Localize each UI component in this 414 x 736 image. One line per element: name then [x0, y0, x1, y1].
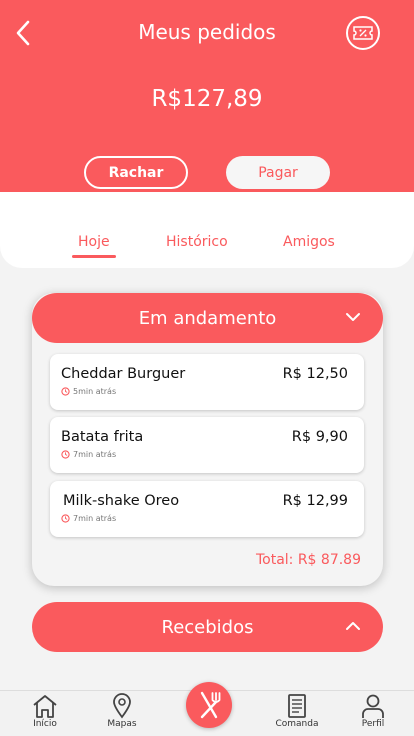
item-time: 7min atrás	[61, 514, 116, 523]
item-time-text: 7min atrás	[73, 514, 117, 523]
split-button[interactable]: Rachar	[84, 156, 188, 189]
receipt-icon	[288, 694, 306, 718]
item-time: 5min atrás	[61, 387, 116, 396]
discount-ticket-icon	[353, 26, 373, 40]
tab-hoje[interactable]: Hoje	[78, 234, 110, 250]
item-time: 7min atrás	[61, 450, 116, 459]
home-icon	[33, 695, 57, 718]
active-tab-indicator	[72, 255, 116, 258]
order-item[interactable]: Milk-shake Oreo R$ 12,99 7min atrás	[50, 481, 364, 537]
voucher-button[interactable]	[346, 16, 380, 50]
order-item[interactable]: Batata frita R$ 9,90 7min atrás	[50, 417, 364, 473]
order-total-amount: R$127,89	[151, 86, 263, 112]
tab-historico[interactable]: Histórico	[166, 234, 228, 250]
in-progress-total: Total: R$ 87.89	[255, 552, 361, 568]
chevron-up-icon	[346, 622, 360, 630]
nav-comanda[interactable]: Comanda	[272, 693, 322, 729]
nav-inicio-label: Início	[33, 719, 57, 729]
item-name: Batata frita	[61, 429, 144, 445]
user-icon	[362, 694, 384, 718]
clock-icon	[61, 514, 70, 523]
in-progress-header[interactable]: Em andamento	[32, 293, 383, 343]
nav-mapas[interactable]: Mapas	[102, 693, 142, 729]
clock-icon	[61, 450, 70, 459]
menu-fab-button[interactable]	[186, 682, 232, 728]
fork-knife-icon	[200, 691, 221, 719]
in-progress-title: Em andamento	[138, 307, 277, 329]
tabs-bar: Hoje Histórico Amigos	[0, 192, 414, 268]
item-name: Milk-shake Oreo	[63, 493, 180, 509]
item-price: R$ 9,90	[291, 429, 348, 445]
received-header[interactable]: Recebidos	[32, 602, 383, 652]
nav-inicio[interactable]: Início	[28, 693, 62, 729]
nav-mapas-label: Mapas	[107, 719, 137, 729]
nav-perfil[interactable]: Perfil	[356, 693, 390, 729]
tab-amigos[interactable]: Amigos	[283, 234, 335, 250]
nav-perfil-label: Perfil	[361, 719, 385, 729]
order-item[interactable]: Cheddar Burguer R$ 12,50 5min atrás	[50, 354, 364, 410]
received-title: Recebidos	[161, 616, 254, 638]
pay-button[interactable]: Pagar	[226, 156, 330, 189]
header: Meus pedidos R$127,89 Rachar Pagar	[0, 0, 414, 214]
item-price: R$ 12,99	[282, 493, 348, 509]
nav-comanda-label: Comanda	[275, 719, 319, 729]
item-name: Cheddar Burguer	[61, 366, 186, 382]
item-time-text: 5min atrás	[73, 387, 117, 396]
item-price: R$ 12,50	[282, 366, 348, 382]
item-time-text: 7min atrás	[73, 450, 117, 459]
chevron-down-icon	[346, 313, 360, 321]
clock-icon	[61, 387, 70, 396]
map-pin-icon	[113, 693, 131, 719]
